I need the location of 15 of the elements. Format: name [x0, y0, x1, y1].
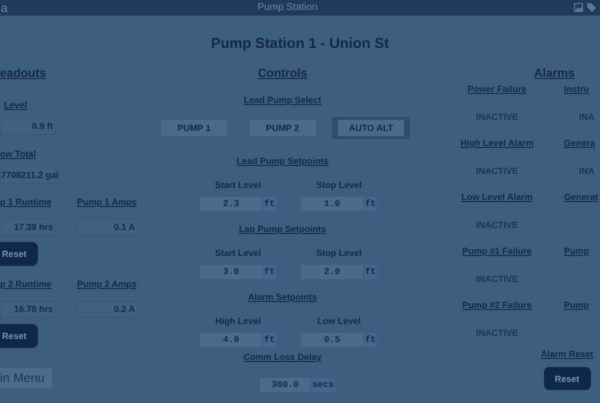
readout-value: 0.9 ft	[0, 118, 56, 135]
readout-value: 7708211.2 gal	[0, 167, 56, 184]
main-menu-button[interactable]: in Menu	[0, 368, 52, 388]
readout-value: 0.2 A	[77, 301, 138, 318]
image-icon[interactable]	[574, 3, 583, 12]
reset-button[interactable]: Reset	[0, 242, 38, 266]
tag-icon[interactable]	[587, 3, 596, 12]
reset-button[interactable]: Reset	[544, 367, 590, 390]
readout-value: 17.39 hrs	[0, 219, 56, 236]
window-title: Pump Station	[256, 0, 319, 14]
reset-button[interactable]: Reset	[0, 324, 38, 348]
readout-value: 0.1 A	[77, 219, 138, 236]
logo-text: a	[1, 0, 9, 16]
readout-value: 16.78 hrs	[0, 301, 56, 318]
pump-select-button[interactable]: AUTO ALT	[332, 117, 410, 139]
